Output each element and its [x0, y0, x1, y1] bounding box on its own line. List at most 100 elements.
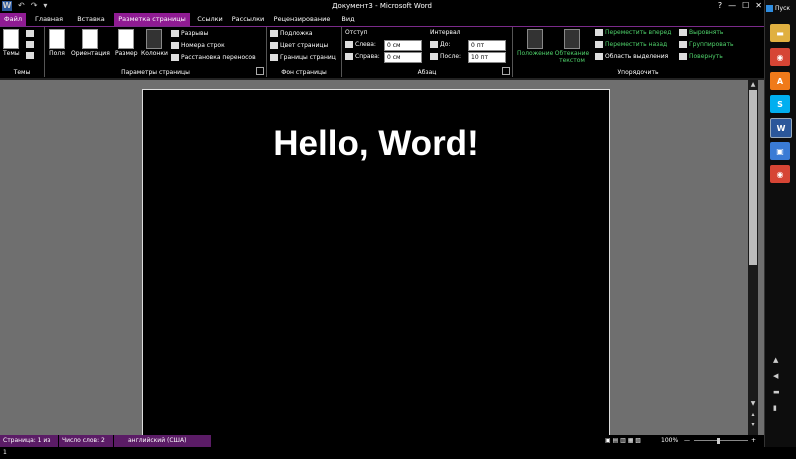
group-button[interactable]: Группировать [679, 41, 734, 48]
tab-view[interactable]: Вид [338, 13, 358, 26]
volume-icon[interactable]: ◀ [773, 372, 778, 380]
group-label-paragraph: Абзац [417, 69, 437, 76]
group-paragraph: Отступ Слева: 0 см Справа: 0 см Интервал… [342, 27, 513, 77]
margins-icon [49, 29, 65, 49]
paragraph-launcher-icon[interactable] [502, 67, 510, 75]
spacing-before-icon [430, 41, 438, 48]
breaks-button[interactable]: Разрывы [171, 30, 208, 37]
breaks-icon [171, 30, 179, 37]
send-backward-icon [595, 41, 603, 48]
position-button[interactable]: Положение [517, 29, 553, 57]
document-page[interactable]: Hello, Word! [142, 89, 610, 440]
tray-expand-icon[interactable]: ▲ [773, 356, 778, 364]
tab-insert[interactable]: Вставка [72, 13, 110, 26]
start-button[interactable]: Пуск [766, 2, 796, 14]
margins-button[interactable]: Поля [49, 29, 65, 57]
scroll-thumb[interactable] [749, 90, 757, 265]
view-mode-icons[interactable]: ▣ ▤ ▥ ▦ ▧ [605, 435, 641, 447]
theme-effects-button[interactable] [26, 52, 34, 59]
network-icon[interactable]: ▬ [773, 388, 780, 396]
previous-page-icon[interactable]: ▴ [748, 411, 758, 420]
page-borders-icon [270, 54, 278, 61]
themes-icon [3, 29, 20, 49]
word-window: W ↶ ↷ ▾ Документ3 - Microsoft Word ? — ☐… [0, 0, 764, 456]
tab-home[interactable]: Главная [30, 13, 68, 26]
watermark-button[interactable]: Подложка [270, 30, 313, 37]
hyphenation-icon [171, 54, 179, 61]
themes-button[interactable]: Темы [3, 29, 20, 57]
tab-review[interactable]: Рецензирование [270, 13, 334, 26]
chrome-icon[interactable]: ◉ [770, 48, 790, 66]
columns-button[interactable]: Колонки [141, 29, 168, 57]
page-setup-launcher-icon[interactable] [256, 67, 264, 75]
battery-icon[interactable]: ▮ [773, 404, 777, 412]
indent-header: Отступ [345, 29, 368, 36]
spacing-after-input[interactable]: 10 пт [468, 52, 506, 63]
line-numbers-button[interactable]: Номера строк [171, 42, 225, 49]
group-page-background: Подложка Цвет страницы Границы страниц Ф… [267, 27, 342, 77]
status-language[interactable]: английский (США) [114, 435, 212, 447]
tab-page-layout[interactable]: Разметка страницы [114, 13, 190, 26]
vertical-scrollbar[interactable]: ▲ ▼ ▴ ▾ [748, 80, 758, 435]
page-color-button[interactable]: Цвет страницы [270, 42, 328, 49]
theme-fonts-button[interactable] [26, 41, 34, 48]
scroll-up-icon[interactable]: ▲ [748, 80, 758, 90]
bring-forward-button[interactable]: Переместить вперед [595, 29, 671, 36]
maximize-button[interactable]: ☐ [742, 1, 749, 10]
folder-icon[interactable]: ▬ [770, 24, 790, 42]
zoom-slider[interactable] [694, 440, 748, 441]
tab-mailings[interactable]: Рассылки [230, 13, 266, 26]
watermark-icon [270, 30, 278, 37]
position-icon [527, 29, 544, 49]
indent-right-input[interactable]: 0 см [384, 52, 422, 63]
columns-icon [146, 29, 163, 49]
avast-icon[interactable]: A [770, 72, 790, 90]
orientation-button[interactable]: Ориентация [71, 29, 110, 57]
zoom-out-button[interactable]: — [684, 435, 690, 447]
monitor-icon[interactable]: ▣ [770, 142, 790, 160]
wrap-text-button[interactable]: Обтекание текстом [555, 29, 589, 64]
help-button[interactable]: ? [718, 1, 722, 10]
rotate-button[interactable]: Повернуть [679, 53, 723, 60]
align-icon [679, 29, 687, 36]
zoom-slider-thumb[interactable] [717, 438, 720, 444]
spacing-header: Интервал [430, 29, 461, 36]
taskbar: Пуск ▬ ◉ A S W ▣ ◉ ▲ ◀ ▬ ▮ [764, 0, 796, 447]
size-icon [118, 29, 135, 49]
zoom-in-button[interactable]: + [751, 435, 756, 447]
spacing-after-icon [430, 53, 438, 60]
status-word-count[interactable]: Число слов: 2 [59, 435, 114, 447]
word-taskbar-icon[interactable]: W [770, 118, 792, 138]
next-page-icon[interactable]: ▾ [748, 421, 758, 430]
spacing-before-input[interactable]: 0 пт [468, 40, 506, 51]
indent-right-label: Справа: [345, 53, 380, 60]
chrome-icon-2[interactable]: ◉ [770, 165, 790, 183]
close-button[interactable]: ✕ [755, 1, 762, 10]
title-bar: W ↶ ↷ ▾ Документ3 - Microsoft Word ? — ☐… [0, 0, 764, 13]
send-backward-button[interactable]: Переместить назад [595, 41, 667, 48]
group-arrange: Положение Обтекание текстом Переместить … [513, 27, 763, 77]
size-button[interactable]: Размер [115, 29, 138, 57]
window-title: Документ3 - Microsoft Word [332, 2, 432, 10]
theme-colors-button[interactable] [26, 30, 34, 37]
minimize-button[interactable]: — [728, 1, 736, 10]
ribbon-tabs: Файл Главная Вставка Разметка страницы С… [0, 13, 764, 27]
group-label-arrange: Упорядочить [617, 69, 659, 76]
selection-pane-button[interactable]: Область выделения [595, 53, 668, 60]
skype-icon[interactable]: S [770, 95, 790, 113]
group-label-page-setup: Параметры страницы [121, 69, 190, 76]
scroll-down-icon[interactable]: ▼ [748, 400, 758, 409]
hyphenation-button[interactable]: Расстановка переносов [171, 54, 256, 61]
document-text[interactable]: Hello, Word! [143, 124, 609, 164]
tab-file[interactable]: Файл [0, 13, 26, 26]
page-borders-button[interactable]: Границы страниц [270, 54, 336, 61]
effects-icon [26, 52, 34, 59]
spacing-before-label: До: [430, 41, 450, 48]
status-page-count[interactable]: Страница: 1 из 1 [0, 435, 59, 456]
zoom-level[interactable]: 100% [661, 435, 678, 447]
align-button[interactable]: Выровнять [679, 29, 723, 36]
tab-references[interactable]: Ссылки [194, 13, 226, 26]
indent-left-icon [345, 41, 353, 48]
indent-left-input[interactable]: 0 см [384, 40, 422, 51]
group-page-setup: Поля Ориентация Размер Колонки Разрывы Н… [45, 27, 267, 77]
